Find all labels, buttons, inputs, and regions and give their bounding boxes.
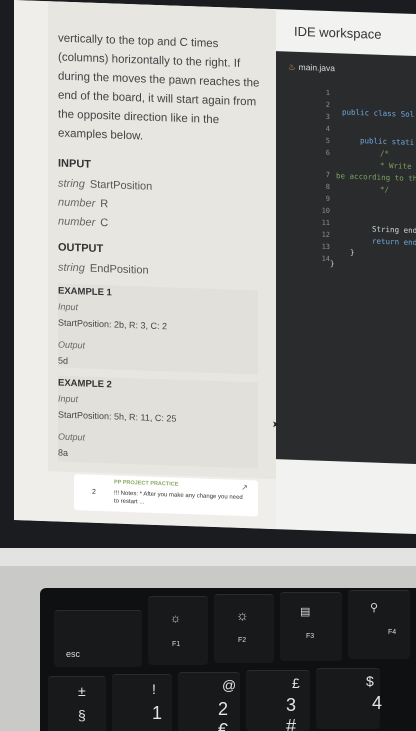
param-type: string — [58, 261, 85, 275]
key-top-symbol: ! — [152, 681, 156, 697]
laptop-photo: vertically to the top and C times (colum… — [0, 0, 416, 731]
input-param: number R — [58, 197, 108, 211]
line-number: 13 — [321, 242, 330, 252]
line-number: 6 — [325, 148, 330, 158]
external-link-icon[interactable]: ↗ — [241, 483, 248, 492]
code-line: public class Sol — [342, 107, 415, 119]
problem-panel: vertically to the top and C times (colum… — [14, 0, 276, 530]
line-number: 9 — [325, 194, 330, 204]
example-output: 8a — [58, 447, 69, 458]
example-block: EXAMPLE 2 Input StartPosition: 5h, R: 11… — [58, 375, 258, 469]
esc-key-label: esc — [66, 649, 81, 659]
param-name: R — [100, 198, 109, 211]
line-number: 7 — [325, 170, 330, 180]
key-bottom-symbol: 1 — [152, 703, 163, 723]
example-output-label: Output — [58, 339, 86, 351]
output-heading: OUTPUT — [58, 241, 104, 256]
file-tab-label: main.java — [298, 61, 336, 74]
brightness-down-icon: ☼ — [170, 611, 181, 625]
line-number: 11 — [321, 218, 330, 228]
code-line: public stati — [360, 136, 415, 147]
example-input-label: Input — [58, 301, 79, 313]
key-4[interactable]: $ 4 — [316, 668, 383, 729]
f2-key[interactable]: ☼ F2 — [214, 594, 274, 663]
key-2[interactable]: @ 2 € — [178, 672, 240, 731]
key-top-symbol: @ — [222, 677, 237, 693]
key-top-symbol: $ — [366, 673, 374, 689]
code-line: } — [350, 247, 355, 257]
line-number: 12 — [321, 230, 330, 240]
f4-key[interactable]: ⚲ F4 — [348, 590, 410, 659]
example-block: EXAMPLE 1 Input StartPosition: 2b, R: 3,… — [58, 283, 258, 375]
brightness-up-icon: ☼ — [236, 607, 249, 623]
hinge — [0, 548, 416, 566]
example-input: StartPosition: 2b, R: 3, C: 2 — [58, 317, 168, 332]
example-title: EXAMPLE 1 — [58, 285, 112, 299]
notification-count: 2 — [92, 488, 96, 496]
f1-key[interactable]: ☼ F1 — [148, 596, 208, 665]
mission-control-icon: ▤ — [300, 606, 311, 618]
key-bottom-symbol: 4 — [372, 693, 383, 713]
key-bottom-symbol: § — [78, 707, 86, 723]
line-number: 14 — [321, 254, 330, 264]
param-type: string — [58, 177, 85, 191]
f2-key-label: F2 — [238, 637, 247, 644]
screen-bezel: vertically to the top and C times (colum… — [0, 0, 416, 548]
line-number: 1 — [325, 88, 330, 98]
param-type: number — [58, 196, 96, 210]
line-number: 4 — [325, 124, 330, 134]
key-3[interactable]: £ 3 # — [246, 670, 310, 731]
ide-title: IDE workspace — [294, 23, 382, 42]
param-name: EndPosition — [89, 262, 149, 277]
example-input: StartPosition: 5h, R: 11, C: 25 — [58, 409, 177, 424]
param-name: StartPosition — [89, 178, 153, 193]
input-param: number C — [58, 216, 108, 230]
code-line: be according to th — [336, 171, 416, 184]
input-heading: INPUT — [58, 157, 91, 171]
laptop-keyboard-deck: esc ☼ F1 ☼ F2 ▤ F3 ⚲ F4 ± § ! 1 @ 2 € £ … — [0, 548, 416, 731]
code-line: */ — [380, 184, 390, 195]
example-title: EXAMPLE 2 — [58, 377, 112, 391]
example-output: 5d — [58, 355, 69, 366]
line-number: 3 — [325, 112, 330, 122]
example-input-label: Input — [58, 393, 79, 405]
screen: vertically to the top and C times (colum… — [14, 0, 416, 535]
notification-toast[interactable]: 2 PP PROJECT PRACTICE !!! Notes: * After… — [74, 474, 258, 517]
param-name: C — [100, 217, 109, 230]
f3-key[interactable]: ▤ F3 — [280, 592, 342, 661]
section-key[interactable]: ± § — [48, 676, 106, 731]
notification-message: !!! Notes: * After you make any change y… — [114, 490, 243, 506]
code-line: String endP — [372, 224, 416, 236]
esc-key[interactable]: esc — [54, 610, 142, 667]
f1-key-label: F1 — [172, 641, 181, 648]
file-tab[interactable]: ♨ main.java — [288, 62, 335, 75]
f3-key-label: F3 — [306, 633, 315, 640]
line-number: 2 — [325, 100, 330, 110]
example-output-label: Output — [58, 431, 86, 443]
keyboard: esc ☼ F1 ☼ F2 ▤ F3 ⚲ F4 ± § ! 1 @ 2 € £ … — [40, 588, 416, 731]
line-number: 5 — [325, 136, 330, 146]
code-line: /* — [380, 148, 390, 159]
search-icon: ⚲ — [370, 602, 379, 614]
problem-description: vertically to the top and C times (colum… — [58, 32, 260, 143]
notification-source: PP PROJECT PRACTICE — [114, 479, 179, 488]
line-number: 8 — [325, 182, 330, 192]
code-editor[interactable]: ♨ main.java 1 2 3 4 5 6 7 8 9 10 11 12 13… — [276, 51, 416, 465]
java-file-icon: ♨ — [288, 61, 296, 72]
code-line: } — [330, 259, 335, 269]
key-top-symbol: £ — [292, 675, 300, 691]
f4-key-label: F4 — [388, 629, 397, 636]
mouse-cursor-icon: ➤ — [272, 419, 280, 430]
code-line: * Write y — [380, 160, 412, 171]
param-type: number — [58, 215, 96, 229]
code-line: return endP — [372, 236, 416, 248]
key-bottom-symbol: 3 # — [286, 695, 297, 731]
key-bottom-symbol: 2 € — [218, 699, 229, 731]
key-1[interactable]: ! 1 — [112, 674, 172, 731]
key-top-symbol: ± — [78, 683, 86, 699]
line-number: 10 — [321, 206, 330, 216]
